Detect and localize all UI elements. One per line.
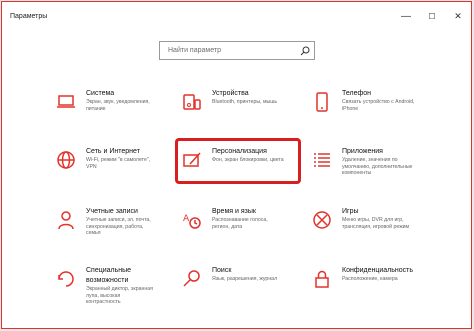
search-input[interactable]: Найти параметр [159,41,315,60]
lock-icon [311,268,333,290]
window-title: Параметры [10,12,48,20]
category-desc: Связать устройство с Android, iPhone [342,99,415,112]
category-ease-of-access[interactable]: Специальные возможности Экранный диктор,… [55,266,185,316]
ease-of-access-icon [55,268,77,290]
category-devices[interactable]: Устройства Bluetooth, принтеры, мышь [181,89,311,139]
globe-icon [55,149,77,171]
search-box[interactable]: Найти параметр [159,41,315,60]
time-language-icon: A [181,209,203,231]
category-phone[interactable]: Телефон Связать устройство с Android, iPh… [311,89,441,139]
search-placeholder: Найти параметр [168,47,221,54]
devices-icon [181,91,203,113]
xbox-icon [311,209,333,231]
category-desc: Экранный диктор, экранная лупа, высокая ко… [86,286,153,306]
category-desc: Язык, разрешения, журнал [212,276,278,282]
category-network[interactable]: Сеть и Интернет Wi-Fi, режим "в самолете… [55,147,185,197]
category-search[interactable]: Поиск Язык, разрешения, журнал [181,266,311,316]
close-icon: ✕ [454,10,462,21]
laptop-icon [55,91,77,113]
category-desc: Wi-Fi, режим "в самолете", VPN [86,157,151,170]
category-name: Устройства [212,90,249,97]
category-name: Сеть и Интернет [86,148,140,155]
search-category-icon [181,268,203,290]
search-icon[interactable] [296,46,314,56]
svg-text:A: A [183,214,190,224]
category-name: Игры [342,208,359,215]
category-system[interactable]: Система Экран, звук, уведомления, питание [55,89,185,139]
category-name: Специальные возможности [86,267,132,284]
category-name: Время и язык [212,208,256,215]
maximize-icon: ☐ [428,11,436,21]
category-desc: Фон, экран блокировки, цвета [212,157,284,163]
category-name: Персонализация [212,148,267,155]
category-privacy[interactable]: Конфиденциальность Расположение, камера [311,266,441,316]
category-desc: Меню игры, DVR для игр, трансляция, игров… [342,217,410,230]
title-bar[interactable]: Параметры — ☐ ✕ [2,2,471,30]
category-desc: Удаление, значения по умолчанию, дополнит… [342,157,413,177]
minimize-icon: — [401,10,411,22]
person-icon [55,209,77,231]
category-desc: Расположение, камера [342,276,398,282]
category-personalization[interactable]: Персонализация Фон, экран блокировки, цв… [181,147,311,197]
category-name: Конфиденциальность [342,267,414,274]
category-gaming[interactable]: Игры Меню игры, DVR для игр, трансляция, … [311,207,441,257]
category-accounts[interactable]: Учетные записи Учетные записи, эл. почта… [55,207,185,257]
apps-icon [311,149,333,171]
category-name: Учетные записи [86,208,138,215]
category-desc: Bluetooth, принтеры, мышь [212,99,278,105]
minimize-button[interactable]: — [393,2,419,30]
category-desc: Учетные записи, эл. почта, синхронизация,… [86,217,151,237]
category-time-language[interactable]: A Время и язык Распознавание голоса, реги… [181,207,311,257]
category-name: Телефон [342,90,372,97]
close-button[interactable]: ✕ [445,2,471,30]
category-name: Приложения [342,148,383,155]
window-controls: — ☐ ✕ [393,2,471,30]
category-desc: Распознавание голоса, регион, дата [212,217,268,230]
category-name: Поиск [212,267,232,274]
category-apps[interactable]: Приложения Удаление, значения по умолчани… [311,147,441,197]
personalization-icon [181,149,203,171]
maximize-button[interactable]: ☐ [419,2,445,30]
category-desc: Экран, звук, уведомления, питание [86,99,150,112]
category-name: Система [86,90,115,97]
phone-icon [311,91,333,113]
